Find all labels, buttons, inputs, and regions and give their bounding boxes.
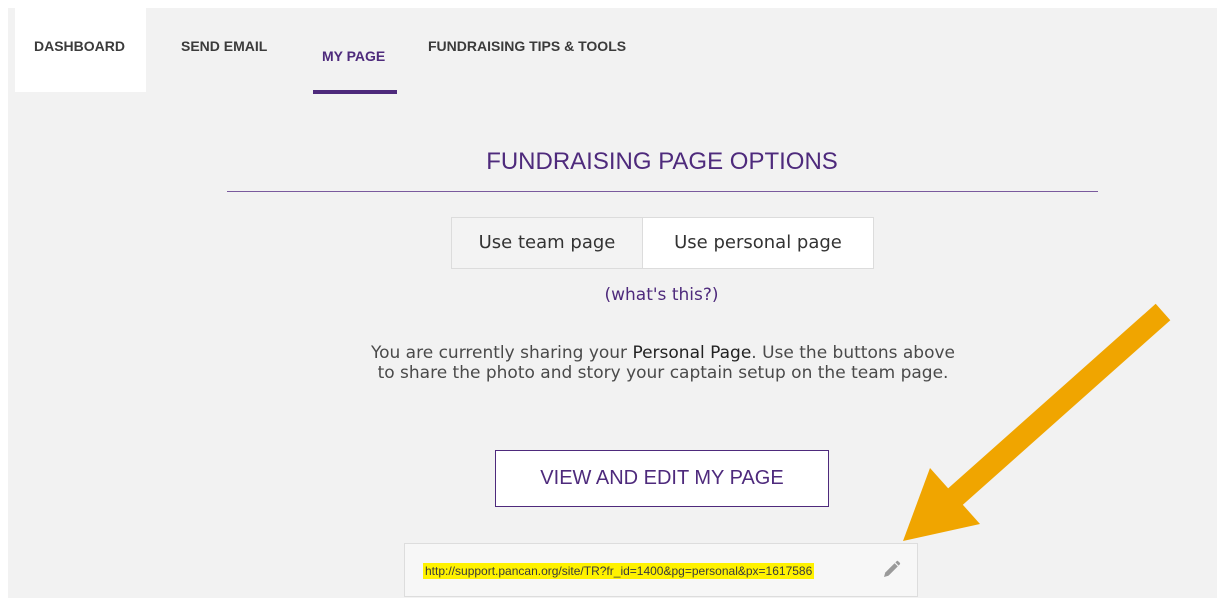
active-tab-indicator	[313, 90, 397, 94]
page-url-box: http://support.pancan.org/site/TR?fr_id=…	[404, 543, 918, 597]
tab-fundraising-tips-label: FUNDRAISING TIPS & TOOLS	[428, 38, 627, 54]
description-emphasis: Personal Page	[632, 343, 752, 363]
help-close-paren: )	[711, 285, 719, 305]
view-edit-my-page-button[interactable]: VIEW AND EDIT MY PAGE	[495, 450, 829, 507]
tab-send-email-label: SEND EMAIL	[181, 38, 268, 54]
help-link-wrapper: (what's this?)	[451, 285, 872, 305]
tab-my-page[interactable]: MY PAGE	[313, 8, 397, 94]
use-personal-page-button[interactable]: Use personal page	[643, 218, 873, 268]
use-team-page-button[interactable]: Use team page	[452, 218, 643, 268]
tab-dashboard-label: DASHBOARD	[34, 38, 125, 54]
sharing-description: You are currently sharing your Personal …	[363, 343, 963, 383]
description-before: You are currently sharing your	[370, 343, 633, 363]
tab-bar: DASHBOARD SEND EMAIL MY PAGE FUNDRAISING…	[8, 8, 1217, 100]
section-title: FUNDRAISING PAGE OPTIONS	[486, 148, 838, 175]
tab-my-page-label: MY PAGE	[322, 48, 386, 64]
tab-fundraising-tips[interactable]: FUNDRAISING TIPS & TOOLS	[428, 8, 668, 92]
tab-send-email[interactable]: SEND EMAIL	[181, 8, 291, 92]
page-url-text[interactable]: http://support.pancan.org/site/TR?fr_id=…	[423, 563, 815, 579]
title-divider	[227, 191, 1098, 192]
main-panel: DASHBOARD SEND EMAIL MY PAGE FUNDRAISING…	[8, 8, 1217, 598]
tab-dashboard[interactable]: DASHBOARD	[15, 8, 146, 92]
app-root: DASHBOARD SEND EMAIL MY PAGE FUNDRAISING…	[0, 0, 1217, 598]
page-type-toggle: Use team page Use personal page	[451, 217, 874, 269]
whats-this-link[interactable]: what's this?	[611, 285, 712, 305]
pencil-icon[interactable]	[880, 559, 902, 581]
